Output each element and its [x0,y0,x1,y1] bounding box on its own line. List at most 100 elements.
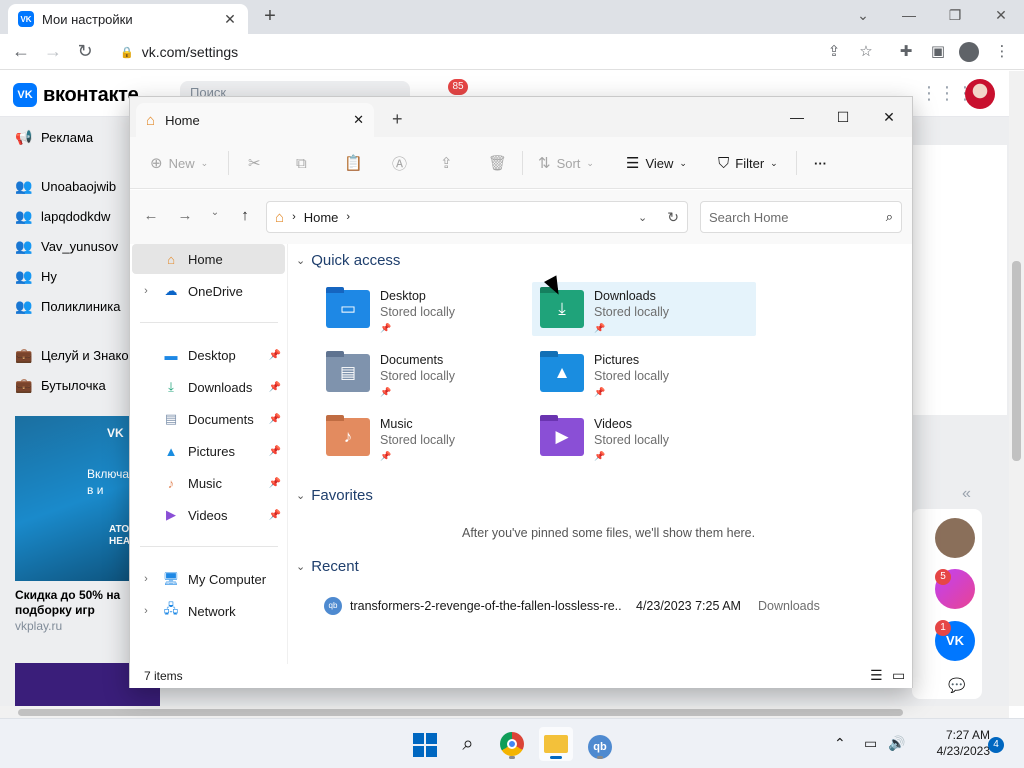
expand-chevron-icon[interactable]: › [132,605,160,617]
menu-item-app[interactable]: 💼 Бутылочка [15,377,106,394]
chevron-down-icon[interactable]: ⌄ [840,4,886,28]
reload-button[interactable]: ↻ [72,40,98,64]
tab-close-icon[interactable]: ✕ [222,11,238,28]
nav-item-pictures[interactable]: ▲ Pictures 📌 [132,436,285,466]
scroll-thumb[interactable] [1012,261,1021,461]
delete-button[interactable]: 🗑 [488,151,507,175]
scroll-thumb[interactable] [18,709,903,716]
menu-item-group[interactable]: 👥 lapqdodkdw [15,208,110,225]
minimize-icon[interactable]: — [886,4,932,28]
side-panel-icon[interactable]: ▣ [928,42,948,62]
favorites-header[interactable]: ⌄ Favorites [296,487,373,504]
nav-item-desktop[interactable]: ▬ Desktop 📌 [132,340,285,370]
pin-icon[interactable]: 📌 [265,382,285,393]
chat-avatar[interactable] [935,518,975,558]
chrome-icon[interactable] [495,727,529,761]
nav-item-home[interactable]: ⌂ Home [132,244,285,274]
close-icon[interactable]: ✕ [978,4,1024,28]
view-button[interactable]: ☰ View ⌄ [626,151,687,175]
explorer-close-button[interactable]: ✕ [866,103,912,131]
expand-chevron-icon[interactable]: › [132,573,160,585]
new-button[interactable]: ⊕ New ⌄ [150,151,208,175]
address-dropdown-icon[interactable]: ⌄ [638,211,647,224]
menu-item-ads[interactable]: 📢 Реклама [15,129,93,146]
pin-icon[interactable]: 📌 [265,414,285,425]
nav-item-onedrive[interactable]: › ☁ OneDrive [132,276,285,306]
menu-item-group[interactable]: 👥 Unoabaojwib [15,178,116,195]
page-vertical-scrollbar[interactable] [1009,71,1024,706]
search-icon[interactable]: ⌕ [451,727,485,761]
filter-button[interactable]: ⛉ Filter ⌄ [718,151,778,175]
notification-badge[interactable]: 4 [988,737,1004,753]
bookmark-star-icon[interactable]: ☆ [856,42,876,62]
new-tab-button[interactable]: + [258,4,282,30]
pin-icon[interactable]: 📌 [265,510,285,521]
refresh-icon[interactable]: ↻ [667,209,679,226]
explorer-address-bar[interactable]: ⌂ › Home › ⌄ ↻ [266,201,688,233]
explorer-maximize-button[interactable]: ☐ [820,103,866,131]
quick-access-music[interactable]: ♪ Music Stored locally 📌 [318,410,542,464]
rename-button[interactable]: Ⓐ [392,151,407,175]
network-status-icon[interactable]: ▭ [864,735,877,752]
quick-access-desktop[interactable]: ▭ Desktop Stored locally 📌 [318,282,542,336]
extensions-icon[interactable]: ✚ [896,42,916,62]
back-arrow-icon[interactable]: ← [140,207,162,224]
quick-access-documents[interactable]: ▤ Documents Stored locally 📌 [318,346,542,400]
start-button[interactable] [407,727,441,761]
expand-chevron-icon[interactable]: › [132,285,160,297]
nav-item-videos[interactable]: ▶ Videos 📌 [132,500,285,530]
file-explorer-icon[interactable] [539,727,573,761]
nav-item-downloads[interactable]: ⤓ Downloads 📌 [132,372,285,402]
explorer-minimize-button[interactable]: — [774,103,820,131]
copy-button[interactable]: ⧉ [296,151,307,175]
recent-header[interactable]: ⌄ Recent [296,558,359,575]
up-arrow-icon[interactable]: ↑ [234,207,256,224]
profile-avatar-icon[interactable] [959,42,979,62]
pin-icon[interactable]: 📌 [265,350,285,361]
share-icon[interactable]: ⇪ [824,42,844,62]
system-clock[interactable]: 7:27 AM 4/23/2023 [910,727,990,759]
chat-bubble-icon[interactable]: 💬 [948,677,965,694]
nav-item-my-computer[interactable]: › 🖥 My Computer [132,564,285,594]
vk-logo[interactable]: VK вконтакте [13,83,139,107]
user-avatar[interactable] [965,79,995,109]
pin-icon[interactable]: 📌 [265,478,285,489]
volume-icon[interactable]: 🔊 [888,735,905,752]
notifications-badge[interactable]: 85 [448,79,468,95]
menu-kebab-icon[interactable]: ⋮ [992,42,1012,62]
menu-item-group[interactable]: 👥 Поликлиника [15,298,120,315]
recent-locations-chevron-icon[interactable]: ⌄ [204,207,226,218]
nav-item-music[interactable]: ♪ Music 📌 [132,468,285,498]
address-bar[interactable]: 🔒 vk.com/settings [110,38,890,66]
details-view-icon[interactable]: ☰ [870,667,883,684]
show-hidden-icons-chevron-icon[interactable]: ⌃ [834,735,846,752]
qbittorrent-icon[interactable]: qb [583,727,617,761]
nav-item-network[interactable]: › 🖧 Network [132,596,285,626]
collapse-chevron-icon[interactable]: « [962,485,971,503]
quick-access-header[interactable]: ⌄ Quick access [296,252,400,269]
ad-source[interactable]: vkplay.ru [15,619,62,633]
explorer-search-input[interactable]: Search Home ⌕ [700,201,902,233]
recent-file-row[interactable]: qb transformers-2-revenge-of-the-fallen-… [324,594,824,618]
tiles-view-icon[interactable]: ▭ [892,667,905,684]
forward-button[interactable]: → [40,40,66,64]
forward-arrow-icon[interactable]: → [174,207,196,224]
ad-title[interactable]: Скидка до 50% на подборку игр [15,588,130,618]
breadcrumb-home[interactable]: Home [304,210,339,225]
explorer-tab-home[interactable]: ⌂ Home ✕ [136,103,374,137]
quick-access-videos[interactable]: ▶ Videos Stored locally 📌 [532,410,756,464]
pin-icon[interactable]: 📌 [265,446,285,457]
quick-access-pictures[interactable]: ▲ Pictures Stored locally 📌 [532,346,756,400]
sort-button[interactable]: ⇅ Sort ⌄ [538,151,594,175]
restore-icon[interactable]: ❐ [932,4,978,28]
share-button[interactable]: ⇪ [440,151,453,175]
page-horizontal-scrollbar[interactable] [0,706,1009,718]
paste-button[interactable]: 📋 [344,151,363,175]
quick-access-downloads[interactable]: ⤓ Downloads Stored locally 📌 [532,282,756,336]
menu-item-group[interactable]: 👥 Ну [15,268,57,285]
back-button[interactable]: ← [8,40,34,64]
menu-item-group[interactable]: 👥 Vav_yunusov [15,238,118,255]
nav-item-documents[interactable]: ▤ Documents 📌 [132,404,285,434]
explorer-new-tab-button[interactable]: + [392,109,403,130]
browser-tab[interactable]: VK Мои настройки ✕ [8,4,248,34]
